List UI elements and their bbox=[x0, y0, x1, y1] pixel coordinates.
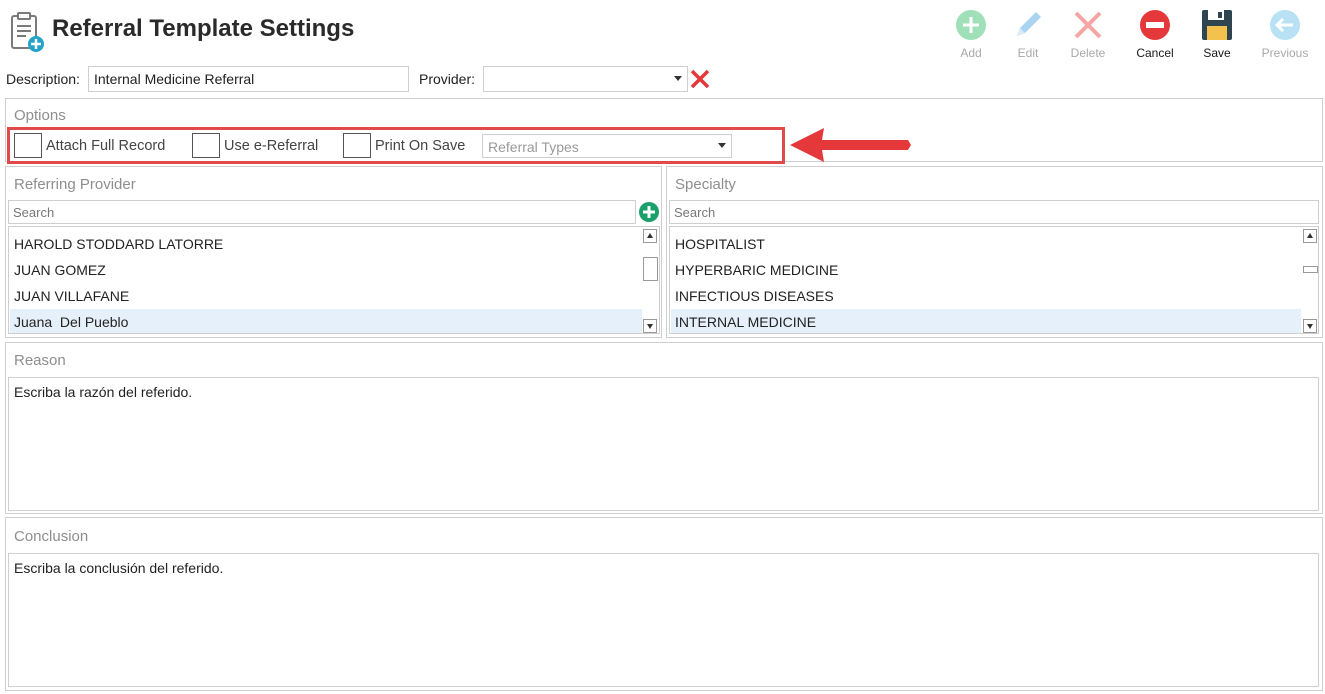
options-highlight-box bbox=[7, 127, 785, 164]
floppy-disk-icon bbox=[1200, 8, 1234, 42]
description-label: Description: bbox=[6, 71, 80, 87]
options-title: Options bbox=[14, 107, 66, 124]
plus-circle-icon bbox=[954, 8, 988, 42]
arrow-left-circle-icon bbox=[1268, 8, 1302, 42]
scroll-up-button[interactable] bbox=[1303, 229, 1317, 243]
minus-circle-icon bbox=[1138, 8, 1172, 42]
specialty-list: HOSPITALIST HYPERBARIC MEDICINE INFECTIO… bbox=[669, 226, 1319, 334]
scroll-down-button[interactable] bbox=[643, 319, 657, 333]
specialty-search-placeholder: Search bbox=[674, 205, 716, 220]
red-x-icon bbox=[689, 69, 711, 93]
scroll-down-button[interactable] bbox=[1303, 319, 1317, 333]
list-item[interactable]: INFECTIOUS DISEASES bbox=[671, 283, 1301, 309]
delete-button[interactable]: Delete bbox=[1058, 6, 1118, 62]
conclusion-title: Conclusion bbox=[14, 528, 89, 545]
list-item[interactable]: INTERNAL MEDICINE bbox=[671, 309, 1301, 333]
list-item[interactable]: HAROLD STODDARD LATORRE bbox=[10, 231, 642, 257]
edit-button-label: Edit bbox=[1017, 46, 1039, 60]
save-button[interactable]: Save bbox=[1187, 6, 1247, 62]
scrollbar-thumb[interactable] bbox=[643, 257, 658, 281]
previous-button-label: Previous bbox=[1261, 46, 1309, 60]
save-button-label: Save bbox=[1203, 46, 1231, 60]
description-input[interactable] bbox=[88, 66, 409, 92]
page-title: Referral Template Settings bbox=[52, 15, 355, 42]
referring-provider-search-input[interactable]: Search bbox=[8, 200, 636, 224]
list-item[interactable]: Juana Del Pueblo bbox=[10, 309, 642, 333]
reason-text: Escriba la razón del referido. bbox=[14, 384, 193, 400]
pencil-icon bbox=[1011, 8, 1045, 42]
specialty-search-input[interactable]: Search bbox=[669, 200, 1319, 224]
referring-provider-title: Referring Provider bbox=[14, 176, 136, 193]
x-icon bbox=[1071, 8, 1105, 42]
referring-provider-search-placeholder: Search bbox=[13, 205, 55, 220]
list-item[interactable]: JUAN GOMEZ bbox=[10, 257, 642, 283]
add-provider-button[interactable] bbox=[638, 201, 660, 223]
clipboard-add-icon bbox=[10, 12, 46, 54]
conclusion-text: Escriba la conclusión del referido. bbox=[14, 560, 224, 576]
chevron-down-icon bbox=[674, 76, 682, 81]
list-item[interactable]: HOSPITALIST bbox=[671, 231, 1301, 257]
scroll-up-button[interactable] bbox=[643, 229, 657, 243]
provider-dropdown[interactable] bbox=[483, 66, 688, 92]
cancel-button[interactable]: Cancel bbox=[1125, 6, 1185, 62]
specialty-title: Specialty bbox=[675, 176, 736, 193]
list-item[interactable]: HYPERBARIC MEDICINE bbox=[671, 257, 1301, 283]
reason-textarea[interactable]: Escriba la razón del referido. bbox=[8, 377, 1319, 511]
edit-button[interactable]: Edit bbox=[998, 6, 1058, 62]
scrollbar-thumb[interactable] bbox=[1303, 266, 1318, 273]
list-item[interactable]: JUAN VILLAFANE bbox=[10, 283, 642, 309]
add-button[interactable]: Add bbox=[941, 6, 1001, 62]
delete-button-label: Delete bbox=[1070, 46, 1106, 60]
add-button-label: Add bbox=[960, 46, 982, 60]
referring-provider-list: HAROLD STODDARD LATORRE JUAN GOMEZ JUAN … bbox=[8, 226, 660, 334]
plus-circle-icon bbox=[638, 202, 660, 226]
red-arrow-icon bbox=[788, 126, 914, 166]
conclusion-textarea[interactable]: Escriba la conclusión del referido. bbox=[8, 553, 1319, 687]
provider-label: Provider: bbox=[419, 71, 476, 87]
cancel-button-label: Cancel bbox=[1136, 46, 1174, 60]
previous-button[interactable]: Previous bbox=[1255, 6, 1315, 62]
reason-title: Reason bbox=[14, 352, 66, 369]
clear-provider-button[interactable] bbox=[689, 68, 711, 90]
